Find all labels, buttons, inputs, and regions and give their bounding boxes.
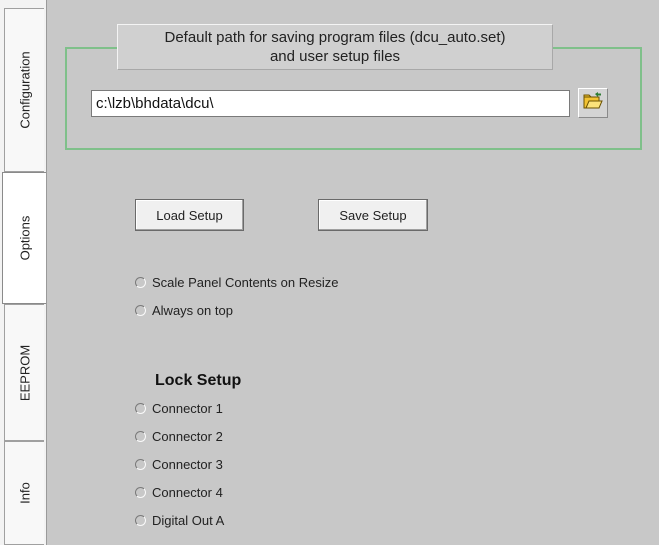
lock-connector-4-label: Connector 4: [152, 484, 223, 500]
tab-options-label: Options: [17, 215, 32, 261]
lock-connector-4-radio[interactable]: [135, 486, 146, 498]
lock-connector-1-label: Connector 1: [152, 400, 223, 416]
tab-info-label: Info: [17, 482, 32, 504]
lock-connector-2-option[interactable]: Connector 2: [135, 427, 223, 445]
lock-connector-2-label: Connector 2: [152, 428, 223, 444]
path-group-title: Default path for saving program files (d…: [117, 24, 553, 70]
lock-connector-3-option[interactable]: Connector 3: [135, 455, 223, 473]
path-input[interactable]: [91, 90, 570, 117]
tab-options[interactable]: Options: [2, 172, 46, 304]
tab-eeprom[interactable]: EEPROM: [4, 304, 44, 441]
open-folder-icon: [583, 91, 603, 115]
always-on-top-radio[interactable]: [135, 304, 146, 316]
browse-folder-button[interactable]: [578, 88, 608, 118]
always-on-top-label: Always on top: [152, 302, 233, 318]
path-group-title-line1: Default path for saving program files (d…: [164, 29, 506, 46]
always-on-top-option[interactable]: Always on top: [135, 301, 233, 319]
scale-panel-radio[interactable]: [135, 276, 146, 288]
lock-connector-4-option[interactable]: Connector 4: [135, 483, 223, 501]
lock-digital-out-a-radio[interactable]: [135, 514, 146, 526]
lock-connector-1-radio[interactable]: [135, 402, 146, 414]
path-group-title-line2: and user setup files: [269, 48, 401, 65]
tab-info[interactable]: Info: [4, 441, 44, 545]
lock-digital-out-a-option[interactable]: Digital Out A: [135, 511, 224, 529]
lock-connector-3-radio[interactable]: [135, 458, 146, 470]
lock-connector-2-radio[interactable]: [135, 430, 146, 442]
save-setup-button[interactable]: Save Setup: [318, 199, 428, 231]
lock-connector-1-option[interactable]: Connector 1: [135, 399, 223, 417]
tab-configuration-label: Configuration: [17, 51, 32, 129]
lock-connector-3-label: Connector 3: [152, 456, 223, 472]
tab-configuration[interactable]: Configuration: [4, 8, 44, 172]
lock-digital-out-a-label: Digital Out A: [152, 512, 225, 528]
tab-strip: Configuration Options EEPROM Info: [0, 0, 46, 545]
load-setup-button[interactable]: Load Setup: [135, 199, 244, 231]
scale-panel-label: Scale Panel Contents on Resize: [152, 274, 339, 290]
tab-eeprom-label: EEPROM: [17, 344, 32, 401]
scale-panel-option[interactable]: Scale Panel Contents on Resize: [135, 273, 338, 291]
lock-setup-title: Lock Setup: [155, 372, 242, 389]
options-panel: Default path for saving program files (d…: [46, 0, 659, 545]
